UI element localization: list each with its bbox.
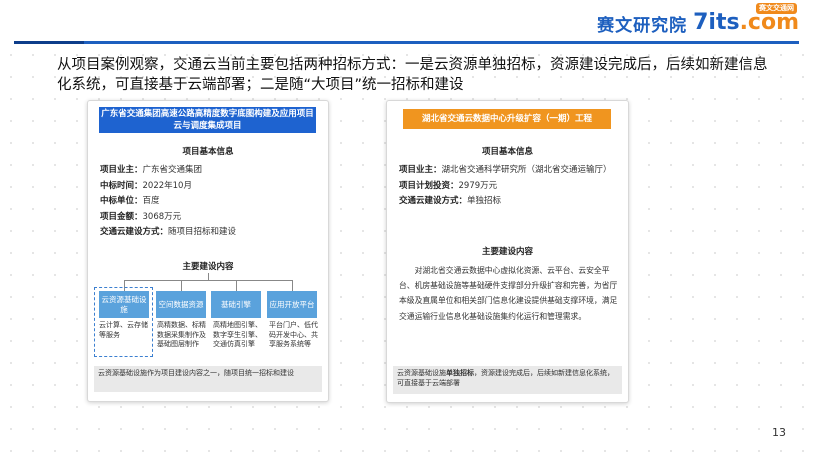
info-row-winner: 中标单位：百度 — [100, 196, 160, 206]
tree-connector — [181, 280, 182, 291]
category-desc: 高精地图引擎、数字孪生引擎、交通仿真引擎 — [213, 321, 262, 348]
info-row-time: 中标时间：2022年10月 — [100, 180, 192, 191]
tree-connector — [124, 280, 292, 281]
brand-logo: 赛文研究院 7its.com 赛文交通网 — [597, 3, 799, 36]
content-title: 主要建设内容 — [182, 262, 234, 272]
info-row-amount: 项目金额：3068万元 — [100, 211, 182, 222]
basic-info-title: 项目基本信息 — [481, 147, 533, 157]
note-bold: 单独招标 — [446, 369, 474, 377]
page-heading: 从项目案例观察，交通云当前主要包括两种招标方式：一是云资源单独招标，资源建设完成… — [57, 57, 768, 93]
case-note-hubei: 云资源基础设施单独招标，资源建设完成后，后续如新建信息化系统，可直接基于云端部署 — [393, 366, 622, 394]
header-rule — [14, 41, 799, 44]
info-row-owner: 项目业主：广东省交通集团 — [100, 165, 203, 175]
content-title: 主要建设内容 — [481, 247, 533, 257]
category-desc: 高精数据、标精数据采集制作及基础图层制作 — [157, 321, 206, 348]
category-open-platform: 应用开放平台 — [267, 291, 317, 318]
note-prefix: 云资源基础设施 — [397, 369, 446, 377]
basic-info-list: 项目业主：广东省交通集团 中标时间：2022年10月 中标单位：百度 项目金额：… — [100, 163, 236, 241]
case-note-guangdong: 云资源基础设施作为项目建设内容之一，随项目统一招标和建设 — [94, 366, 322, 392]
category-desc: 云计算、云存储等服务 — [99, 321, 148, 339]
case-card-guangdong: 广东省交通集团高速公路高精度数字底图构建及应用项目云与调度集成项目 项目基本信息… — [87, 100, 329, 402]
tree-connector — [292, 280, 293, 291]
info-row-owner: 项目业主：湖北省交通科学研究所（湖北省交通运输厅） — [399, 165, 612, 175]
logo-en-main: 7its — [693, 10, 740, 35]
category-desc: 平台门户、低代码开发中心、共享服务系统等 — [269, 321, 318, 348]
case-title-hubei: 湖北省交通云数据中心升级扩容（一期）工程 — [403, 109, 611, 129]
category-spatial-data: 空间数据资源 — [156, 291, 206, 318]
basic-info-list: 项目业主：湖北省交通科学研究所（湖北省交通运输厅） 项目计划投资：2979万元 … — [399, 163, 621, 210]
tree-connector — [208, 273, 209, 280]
logo-badge: 赛文交通网 — [756, 3, 797, 14]
case-card-hubei: 湖北省交通云数据中心升级扩容（一期）工程 项目基本信息 项目业主：湖北省交通科学… — [386, 100, 629, 403]
category-cloud-infra: 云资源基础设施 — [99, 291, 149, 318]
content-paragraph: 对湖北省交通云数据中心虚拟化资源、云平台、云安全平台、机房基础设施等基础硬件支撑… — [399, 266, 618, 321]
logo-en-text: 7its.com 赛文交通网 — [693, 3, 799, 35]
case-title-guangdong: 广东省交通集团高速公路高精度数字底图构建及应用项目云与调度集成项目 — [99, 107, 316, 133]
tree-connector — [236, 280, 237, 291]
page-number: 13 — [772, 426, 786, 439]
info-row-mode: 交通云建设方式：随项目招标和建设 — [100, 227, 237, 237]
logo-cn-text: 赛文研究院 — [597, 15, 688, 36]
header-rule-accent — [14, 41, 84, 44]
info-row-investment: 项目计划投资：2979万元 — [399, 180, 498, 191]
info-row-mode: 交通云建设方式：单独招标 — [399, 196, 502, 206]
category-engine: 基础引擎 — [211, 291, 261, 318]
basic-info-title: 项目基本信息 — [182, 147, 234, 157]
